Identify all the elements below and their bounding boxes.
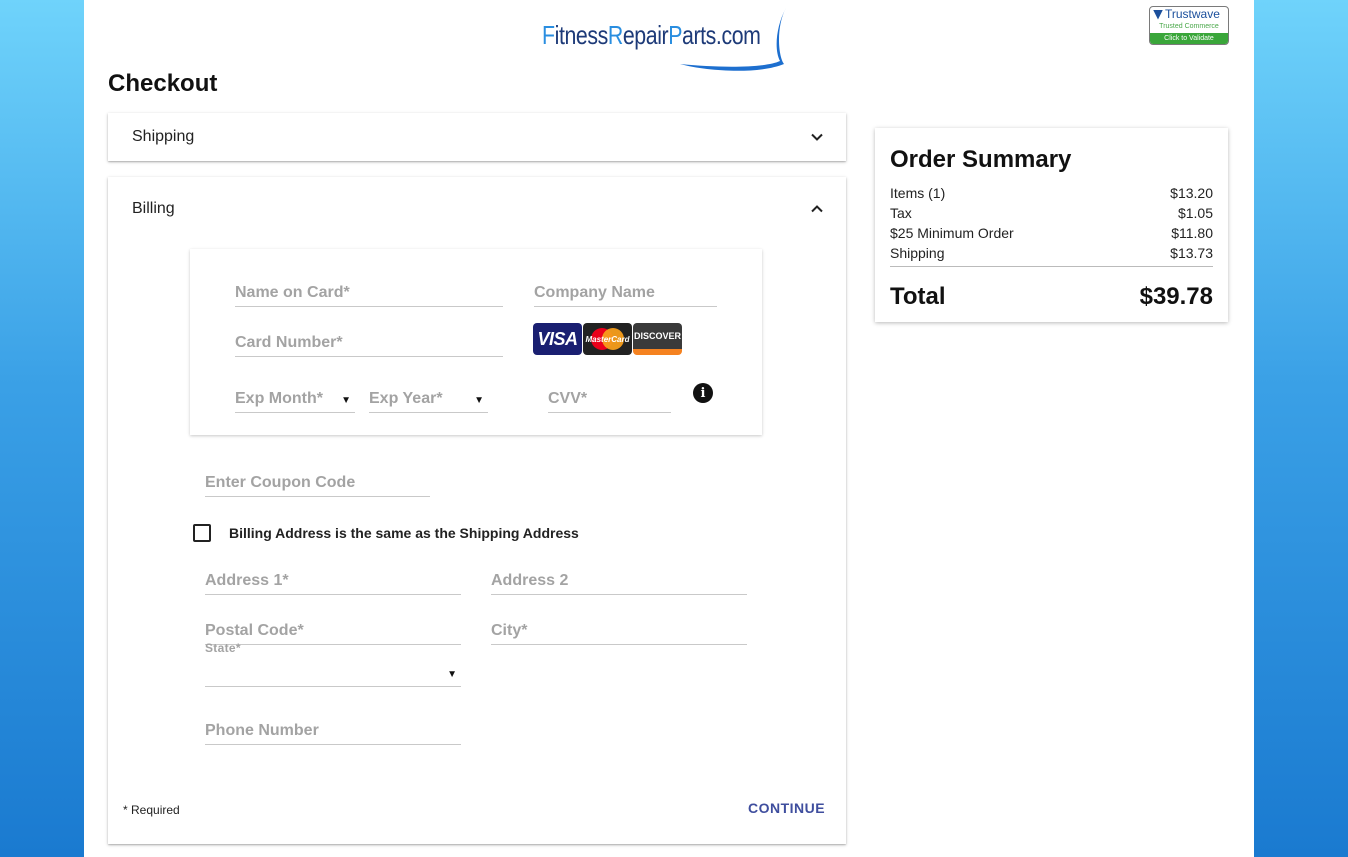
billing-panel-label: Billing	[132, 200, 175, 217]
select-arrow-icon: ▼	[341, 395, 351, 406]
summary-row-label: Items (1)	[890, 185, 946, 201]
visa-icon: VISA	[533, 323, 582, 355]
info-icon[interactable]: i	[693, 383, 713, 403]
company-name-field[interactable]	[534, 283, 717, 307]
mastercard-label: MasterCard	[585, 334, 630, 344]
billing-panel: Billing VISA MasterCard DISCO	[108, 177, 846, 844]
logo-text: FitnessRepairParts.com	[542, 20, 761, 50]
summary-row-value: $13.73	[1170, 245, 1213, 261]
accepted-cards: VISA MasterCard DISCOVER	[533, 323, 682, 355]
same-address-checkbox[interactable]	[193, 524, 211, 542]
address1-input[interactable]	[205, 572, 461, 590]
summary-row: Shipping $13.73	[890, 245, 1213, 267]
state-select[interactable]: ▼	[205, 663, 461, 687]
cvv-input[interactable]	[548, 390, 671, 408]
trustwave-title: Trustwave	[1150, 7, 1228, 22]
card-number-input[interactable]	[235, 334, 503, 352]
summary-row-value: $1.05	[1177, 205, 1213, 221]
shipping-panel: Shipping	[108, 113, 846, 161]
same-address-checkbox-row[interactable]: Billing Address is the same as the Shipp…	[193, 524, 579, 542]
summary-row-label: $25 Minimum Order	[890, 225, 1014, 241]
card-number-field[interactable]	[235, 333, 503, 357]
address2-input[interactable]	[491, 572, 747, 590]
summary-row-value: $13.20	[1170, 185, 1213, 201]
exp-month-label: Exp Month*	[235, 390, 323, 407]
discover-icon: DISCOVER	[633, 323, 682, 355]
coupon-input[interactable]	[205, 474, 430, 492]
order-total: Total $39.78	[890, 283, 1213, 311]
card-details-box: VISA MasterCard DISCOVER Exp Month* ▼ Ex…	[190, 249, 762, 435]
trustwave-badge[interactable]: Trustwave Trusted Commerce Click to Vali…	[1149, 6, 1229, 45]
required-note: * Required	[123, 803, 180, 817]
chevron-down-icon	[811, 133, 823, 141]
trustwave-title-text: Trustwave	[1165, 7, 1220, 21]
page-title: Checkout	[108, 70, 218, 97]
select-arrow-icon: ▼	[474, 395, 484, 406]
page-container: FitnessRepairParts.com Trustwave Trusted…	[84, 0, 1254, 857]
trustwave-subtitle: Trusted Commerce	[1159, 23, 1219, 30]
name-on-card-field[interactable]	[235, 283, 503, 307]
summary-row: Tax $1.05	[890, 205, 1213, 225]
site-logo[interactable]: FitnessRepairParts.com	[540, 6, 800, 76]
state-label: State*	[205, 641, 241, 655]
summary-row-label: Tax	[890, 205, 912, 221]
coupon-field[interactable]	[205, 473, 430, 497]
postal-code-field[interactable]	[205, 621, 461, 645]
phone-field[interactable]	[205, 721, 461, 745]
same-address-label: Billing Address is the same as the Shipp…	[229, 525, 579, 541]
name-on-card-input[interactable]	[235, 284, 503, 302]
summary-row: $25 Minimum Order $11.80	[890, 225, 1213, 245]
city-input[interactable]	[491, 622, 747, 640]
exp-month-select[interactable]: Exp Month* ▼	[235, 389, 355, 413]
billing-panel-header[interactable]: Billing	[108, 177, 846, 241]
chevron-up-icon	[811, 205, 823, 213]
order-summary-title: Order Summary	[890, 146, 1072, 173]
address2-field[interactable]	[491, 571, 747, 595]
order-summary-rows: Items (1) $13.20 Tax $1.05 $25 Minimum O…	[890, 185, 1213, 267]
company-name-input[interactable]	[534, 284, 717, 302]
select-arrow-icon: ▼	[447, 669, 457, 680]
city-field[interactable]	[491, 621, 747, 645]
order-total-value: $39.78	[1139, 283, 1213, 310]
exp-year-select[interactable]: Exp Year* ▼	[369, 389, 488, 413]
cvv-field[interactable]	[548, 389, 671, 413]
summary-row: Items (1) $13.20	[890, 185, 1213, 205]
trustwave-validate-link[interactable]: Click to Validate	[1150, 33, 1228, 44]
phone-input[interactable]	[205, 722, 461, 740]
order-summary-card: Order Summary Items (1) $13.20 Tax $1.05…	[875, 128, 1228, 322]
postal-code-input[interactable]	[205, 622, 461, 640]
exp-year-label: Exp Year*	[369, 390, 443, 407]
order-total-label: Total	[890, 283, 946, 310]
mastercard-icon: MasterCard	[583, 323, 632, 355]
continue-button[interactable]: CONTINUE	[748, 800, 825, 816]
address1-field[interactable]	[205, 571, 461, 595]
shipping-panel-header[interactable]: Shipping	[108, 113, 846, 161]
trustwave-logo-icon	[1153, 9, 1163, 20]
summary-row-label: Shipping	[890, 245, 945, 261]
shipping-panel-label: Shipping	[132, 128, 195, 145]
summary-row-value: $11.80	[1171, 225, 1213, 241]
